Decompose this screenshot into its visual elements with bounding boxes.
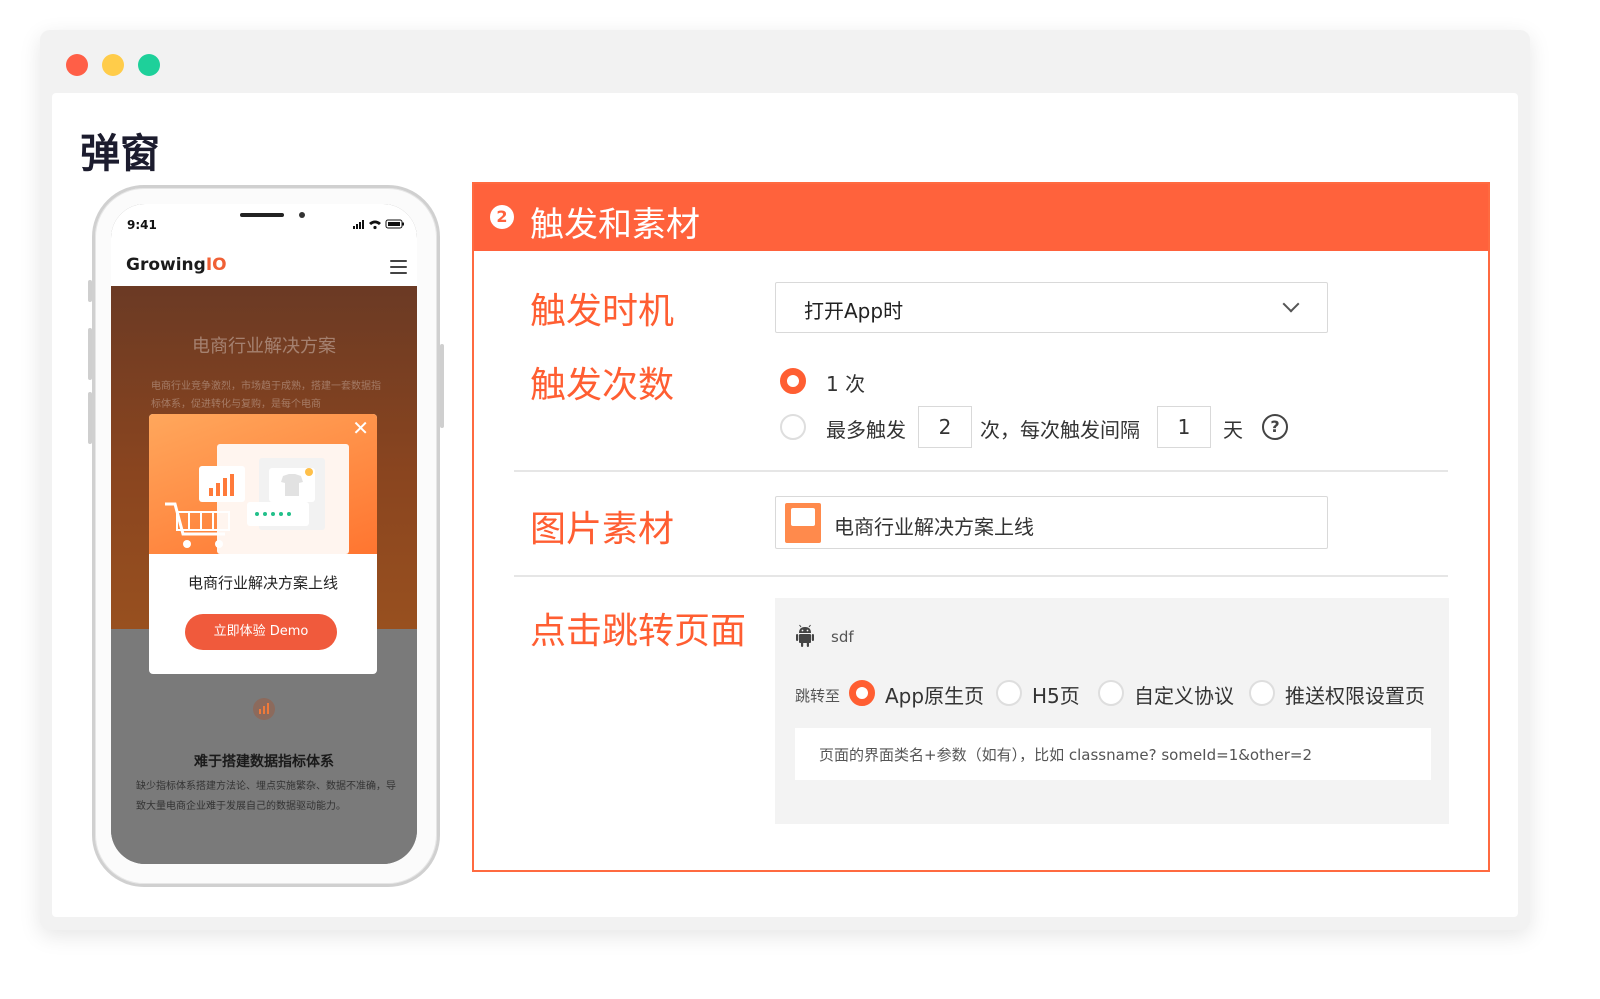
- radio-push-permission-label: 推送权限设置页: [1285, 684, 1425, 708]
- illustration-chart-card: [199, 466, 245, 502]
- browser-window: 弹窗 9:41 GrowingIO 电商行业解决方案 电商行业竞争激烈，市场趋于…: [40, 30, 1530, 930]
- radio-limited[interactable]: [780, 414, 806, 440]
- jump-config-box: sdf 跳转至 App原生页 H5页 自定义协议 推送权限设置页 页面的界面类名…: [775, 598, 1449, 824]
- click-jump-label: 点击跳转页面: [530, 611, 747, 652]
- page-title: 弹窗: [80, 131, 160, 177]
- panel-title: 触发和素材: [530, 205, 700, 245]
- close-icon[interactable]: ✕: [352, 418, 369, 438]
- section-divider: [514, 575, 1448, 577]
- maximize-dot[interactable]: [138, 54, 160, 76]
- interval-days-input[interactable]: 1: [1157, 406, 1211, 448]
- page-path-placeholder: 页面的界面类名+参数（如有），比如 classname? someId=1&ot…: [819, 746, 1313, 764]
- phone-volume-down: [88, 392, 92, 444]
- close-dot[interactable]: [66, 54, 88, 76]
- phone-mockup: 9:41 GrowingIO 电商行业解决方案 电商行业竞争激烈，市场趋于成熟，: [88, 185, 444, 887]
- hamburger-menu-icon[interactable]: [390, 260, 407, 274]
- radio-h5-page[interactable]: [996, 680, 1022, 706]
- chevron-down-icon: [1282, 295, 1300, 313]
- radio-once-label: 1 次: [826, 372, 866, 396]
- max-times-input[interactable]: 2: [918, 406, 972, 448]
- shopping-cart-icon: [165, 502, 230, 548]
- signal-wifi-battery-icon: [353, 219, 404, 230]
- radio-custom-protocol-label: 自定义协议: [1134, 684, 1234, 708]
- days-unit-label: 天: [1223, 418, 1243, 442]
- interval-label: 次，每次触发间隔: [980, 418, 1140, 442]
- radio-native-page[interactable]: [849, 680, 875, 706]
- radio-custom-protocol[interactable]: [1098, 680, 1124, 706]
- phone-speaker: [240, 213, 284, 217]
- popup-modal: ✕ 电商行业解决方案上线 立即体验 Demo: [149, 414, 377, 674]
- trigger-time-select[interactable]: 打开App时: [775, 282, 1328, 333]
- max-trigger-label: 最多触发: [826, 418, 906, 442]
- phone-camera: [299, 212, 305, 218]
- help-icon[interactable]: ?: [1262, 414, 1288, 440]
- page-path-input[interactable]: 页面的界面类名+参数（如有），比如 classname? someId=1&ot…: [795, 728, 1431, 780]
- phone-side-button: [88, 280, 92, 302]
- radio-native-page-label: App原生页: [885, 684, 985, 708]
- popup-illustration: ✕: [149, 414, 377, 554]
- trigger-material-panel: 2 触发和素材 触发时机 打开App时 触发次数 1 次 最多触发 2 次，每次…: [472, 182, 1490, 872]
- popup-title: 电商行业解决方案上线: [187, 574, 338, 592]
- material-thumbnail: [785, 503, 821, 543]
- content-area: 弹窗 9:41 GrowingIO 电商行业解决方案 电商行业竞争激烈，市场趋于…: [52, 93, 1518, 917]
- banner-title: 电商行业解决方案: [192, 336, 336, 357]
- feature-title: 难于搭建数据指标体系: [194, 754, 334, 770]
- trigger-count-label: 触发次数: [530, 365, 675, 406]
- trigger-time-label: 触发时机: [530, 291, 675, 332]
- android-icon: [796, 624, 814, 647]
- jump-to-label: 跳转至: [795, 687, 841, 705]
- step-number-badge: 2: [490, 205, 514, 229]
- phone-screen: 9:41 GrowingIO 电商行业解决方案 电商行业竞争激烈，市场趋于成熟，: [111, 204, 417, 864]
- logo-text: Growing: [126, 255, 206, 275]
- feature-description: 缺少指标体系搭建方法论、埋点实施繁杂、数据不准确，导致大量电商企业难于发展自己的…: [136, 781, 396, 812]
- radio-once[interactable]: [780, 368, 806, 394]
- image-material-label: 图片素材: [530, 509, 675, 550]
- trigger-time-value: 打开App时: [804, 299, 904, 323]
- phone-power-button: [440, 344, 444, 428]
- minimize-dot[interactable]: [102, 54, 124, 76]
- radio-push-permission[interactable]: [1249, 680, 1275, 706]
- section-divider: [514, 470, 1448, 472]
- try-demo-button[interactable]: 立即体验 Demo: [185, 614, 337, 650]
- radio-h5-page-label: H5页: [1032, 684, 1080, 708]
- status-bar: 9:41: [111, 204, 417, 248]
- panel-header: 2 触发和素材: [474, 184, 1488, 251]
- image-material-select[interactable]: 电商行业解决方案上线: [775, 496, 1328, 549]
- phone-volume-up: [88, 328, 92, 380]
- bar-chart-icon: [253, 698, 275, 720]
- banner-description: 电商行业竞争激烈，市场趋于成熟，搭建一套数据指标体系，促进转化与复购，是每个电商: [151, 381, 381, 410]
- status-time: 9:41: [127, 218, 157, 232]
- app-header: GrowingIO: [111, 248, 417, 286]
- illustration-rating-card: [247, 502, 309, 526]
- material-name: 电商行业解决方案上线: [834, 515, 1034, 539]
- app-name: sdf: [831, 628, 854, 646]
- growingio-logo[interactable]: GrowingIO: [126, 255, 227, 275]
- logo-accent: IO: [205, 255, 227, 275]
